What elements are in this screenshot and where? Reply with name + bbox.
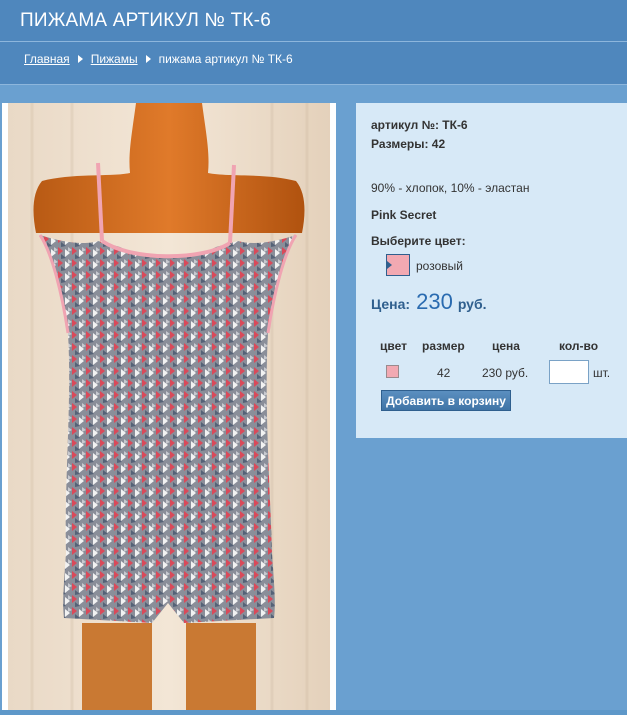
color-name[interactable]: розовый: [416, 259, 463, 273]
breadcrumb-current: пижама артикул № ТК-6: [158, 52, 293, 66]
table-color-swatch: [386, 365, 399, 378]
product-photo[interactable]: [2, 103, 336, 710]
table-size-value: 42: [437, 366, 451, 380]
breadcrumb-arrow-icon: [77, 55, 83, 63]
price-label: Цена:: [371, 296, 411, 312]
price: Цена: 230 руб.: [371, 289, 487, 315]
table-header-price: цена: [492, 339, 520, 353]
breadcrumb-arrow-icon: [145, 55, 151, 63]
product-photo-image: [8, 103, 330, 710]
title-divider: [0, 41, 627, 42]
sizes: Размеры: 42: [371, 137, 446, 151]
composition: 90% - хлопок, 10% - эластан: [371, 181, 530, 195]
table-price-value: 230 руб.: [482, 366, 529, 380]
page-title: ПИЖАМА АРТИКУЛ № ТК-6: [20, 10, 271, 31]
quantity-input[interactable]: [549, 360, 589, 384]
table-header-quantity: кол-во: [559, 339, 599, 353]
table-header-color: цвет: [380, 339, 407, 353]
breadcrumb: Главная Пижамы пижама артикул № ТК-6: [24, 52, 293, 66]
brand: Pink Secret: [371, 208, 437, 222]
quantity-unit: шт.: [593, 366, 611, 380]
add-to-cart-button[interactable]: Добавить в корзину: [381, 390, 511, 411]
article-number: артикул №: ТК-6: [371, 118, 468, 132]
price-value: 230: [416, 289, 453, 314]
page-header: ПИЖАМА АРТИКУЛ № ТК-6 Главная Пижамы пиж…: [0, 0, 627, 85]
price-currency: руб.: [457, 296, 487, 312]
breadcrumb-home-link[interactable]: Главная: [24, 52, 70, 66]
choose-color-label: Выберите цвет:: [371, 234, 466, 248]
selected-arrow-icon: [387, 261, 392, 269]
color-swatch-pink[interactable]: [386, 254, 410, 276]
table-header-size: размер: [422, 339, 465, 353]
breadcrumb-pajamas-link[interactable]: Пижамы: [91, 52, 138, 66]
